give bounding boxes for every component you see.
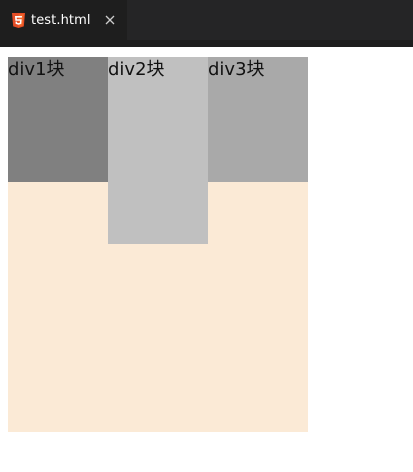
page-content: div1块 div2块 div3块 — [8, 57, 308, 432]
div3-label: div3块 — [208, 59, 265, 80]
div2-block: div2块 — [108, 57, 208, 244]
html5-icon — [11, 12, 25, 28]
div1-label: div1块 — [8, 59, 65, 80]
tab-test-html[interactable]: test.html — [0, 0, 128, 40]
container-box: div1块 div2块 div3块 — [8, 57, 308, 432]
editor-tab-bar: test.html — [0, 0, 413, 47]
tab-label: test.html — [31, 12, 91, 28]
close-icon[interactable] — [103, 13, 117, 27]
div1-block: div1块 — [8, 57, 108, 182]
div2-label: div2块 — [108, 59, 165, 80]
tab-bar-strip — [0, 40, 413, 47]
div3-block: div3块 — [208, 57, 308, 182]
